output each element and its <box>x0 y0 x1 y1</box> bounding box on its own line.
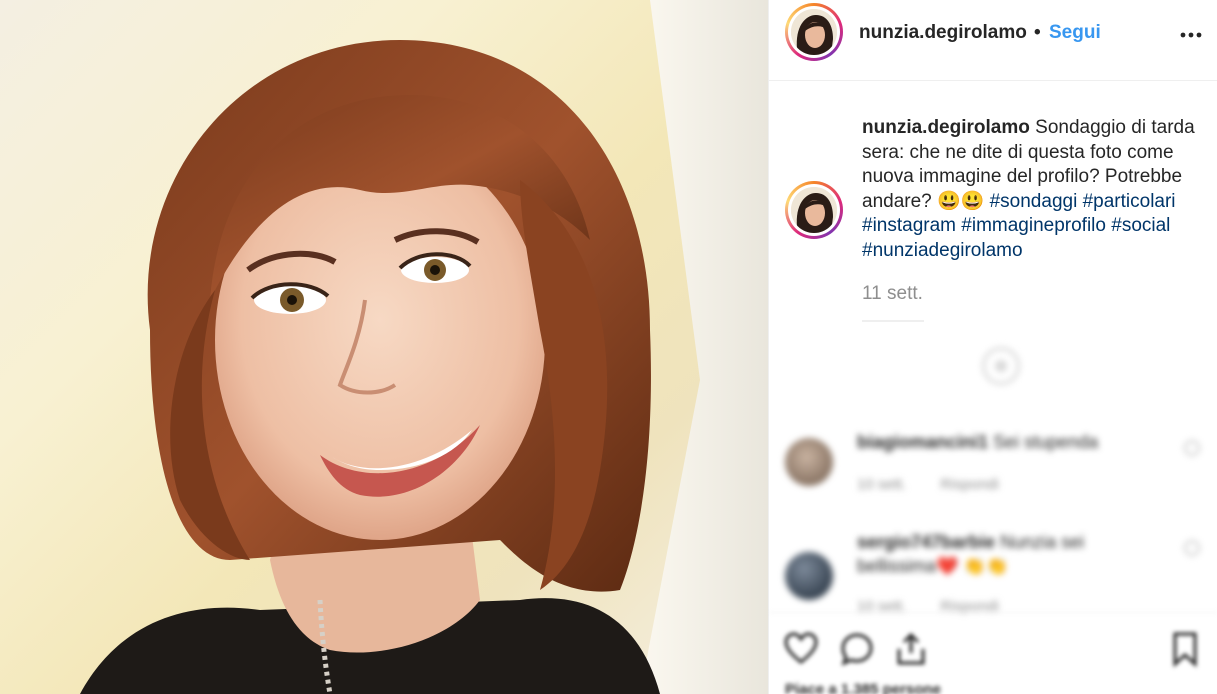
comment-time[interactable]: 10 sett. <box>857 476 906 493</box>
caption-avatar[interactable] <box>785 181 843 239</box>
post-header: nunzia.degirolamo • Segui <box>769 0 1217 81</box>
header-username[interactable]: nunzia.degirolamo <box>859 22 1027 44</box>
comment-icon[interactable] <box>839 631 875 667</box>
commenter-avatar[interactable] <box>785 438 833 486</box>
heart-icon[interactable] <box>783 631 819 667</box>
comment-text: biagiomancini1 Sei stupenda <box>857 430 1157 454</box>
divider <box>862 320 924 322</box>
hashtag-link[interactable]: #immagineprofilo <box>961 215 1106 236</box>
bookmark-icon[interactable] <box>1167 631 1203 667</box>
hashtag-link[interactable]: #social <box>1111 215 1170 236</box>
load-more-comments-icon[interactable] <box>982 347 1020 385</box>
likes-count[interactable]: Piace a 1.385 persone <box>785 681 941 694</box>
follow-button[interactable]: Segui <box>1049 22 1101 44</box>
hashtag-link[interactable]: #sondaggi <box>990 191 1078 212</box>
commenter-avatar[interactable] <box>785 552 833 600</box>
comment-like-icon[interactable] <box>1184 440 1200 456</box>
comment-text: sergio747barbie Nunzia sei bellissima❤️ … <box>857 530 1157 578</box>
portrait-image <box>80 0 768 694</box>
post-sidebar: nunzia.degirolamo • Segui nunzia.degirol… <box>768 0 1217 694</box>
avatar-portrait-icon <box>791 187 837 233</box>
comment-username[interactable]: biagiomancini1 <box>857 432 988 452</box>
hashtag-link[interactable]: #nunziadegirolamo <box>862 240 1023 261</box>
post-caption: nunzia.degirolamo Sondaggio di tarda ser… <box>862 116 1212 263</box>
header-separator: • <box>1034 22 1041 43</box>
more-options-icon[interactable] <box>1179 30 1203 40</box>
caption-username[interactable]: nunzia.degirolamo <box>862 117 1030 138</box>
comment-like-icon[interactable] <box>1184 540 1200 556</box>
reply-button[interactable]: Rispondi <box>940 476 998 493</box>
comment-meta: 10 sett. Rispondi <box>857 476 1029 493</box>
comment-username[interactable]: sergio747barbie <box>857 532 995 552</box>
action-bar: Piace a 1.385 persone <box>769 612 1217 694</box>
share-icon[interactable] <box>893 631 929 667</box>
header-avatar[interactable] <box>785 3 843 61</box>
comments-list: biagiomancini1 Sei stupenda 10 sett. Ris… <box>769 330 1217 630</box>
avatar-portrait-icon <box>791 9 837 55</box>
post-photo[interactable] <box>0 0 768 694</box>
post-date[interactable]: 11 sett. <box>862 283 923 305</box>
hashtag-link[interactable]: #particolari <box>1083 191 1176 212</box>
hashtag-link[interactable]: #instagram <box>862 215 956 236</box>
comment-body: Sei stupenda <box>993 432 1099 452</box>
